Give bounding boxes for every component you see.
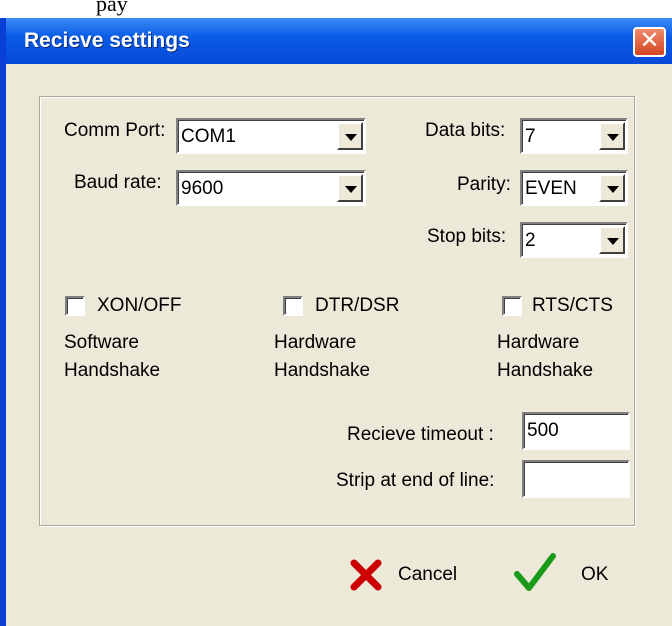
data-bits-label: Data bits: bbox=[425, 120, 506, 141]
dialog-title: Recieve settings bbox=[24, 29, 190, 52]
strip-label: Strip at end of line: bbox=[336, 470, 495, 491]
comm-port-select[interactable]: COM1 bbox=[176, 118, 366, 154]
dtr-dsr-label[interactable]: DTR/DSR bbox=[315, 295, 399, 317]
stop-bits-value: 2 bbox=[525, 230, 536, 251]
cancel-button[interactable]: Cancel bbox=[344, 554, 474, 598]
x-icon bbox=[350, 559, 382, 591]
xon-off-checkbox[interactable] bbox=[65, 296, 85, 316]
strip-input[interactable] bbox=[522, 460, 630, 498]
rts-cts-desc-line1: Hardware bbox=[497, 332, 580, 353]
rts-cts-checkbox[interactable] bbox=[502, 296, 522, 316]
recieve-timeout-label: Recieve timeout : bbox=[347, 424, 494, 445]
recieve-timeout-input[interactable]: 500 bbox=[522, 412, 630, 450]
data-bits-select[interactable]: 7 bbox=[520, 118, 628, 154]
xon-off-desc-line2: Handshake bbox=[64, 360, 161, 381]
data-bits-value: 7 bbox=[525, 126, 536, 147]
recieve-timeout-value: 500 bbox=[527, 420, 559, 441]
baud-rate-label: Baud rate: bbox=[74, 172, 162, 193]
title-bar[interactable]: Recieve settings ✕ bbox=[6, 18, 672, 64]
chevron-down-icon[interactable] bbox=[337, 122, 363, 150]
close-icon: ✕ bbox=[639, 27, 660, 54]
parity-label: Parity: bbox=[457, 174, 511, 195]
baud-rate-value: 9600 bbox=[181, 178, 224, 199]
recieve-settings-dialog: Recieve settings ✕ Comm Port: COM1 Baud … bbox=[0, 18, 672, 626]
xon-off-desc-line1: Software bbox=[64, 332, 139, 353]
stop-bits-label: Stop bits: bbox=[427, 226, 507, 247]
comm-port-label: Comm Port: bbox=[64, 120, 166, 141]
stop-bits-select[interactable]: 2 bbox=[520, 222, 628, 258]
close-button[interactable]: ✕ bbox=[633, 27, 666, 57]
checkmark-icon bbox=[514, 553, 556, 591]
dtr-dsr-desc-line1: Hardware bbox=[274, 332, 357, 353]
chevron-down-icon[interactable] bbox=[599, 226, 625, 254]
dtr-dsr-checkbox[interactable] bbox=[283, 296, 303, 316]
dtr-dsr-desc-line2: Handshake bbox=[274, 360, 371, 381]
chevron-down-icon[interactable] bbox=[599, 174, 625, 202]
baud-rate-select[interactable]: 9600 bbox=[176, 170, 366, 206]
comm-port-value: COM1 bbox=[181, 126, 236, 147]
xon-off-label[interactable]: XON/OFF bbox=[97, 295, 181, 317]
chevron-down-icon[interactable] bbox=[337, 174, 363, 202]
ok-button[interactable]: OK bbox=[511, 548, 631, 592]
parity-select[interactable]: EVEN bbox=[520, 170, 628, 206]
ok-label: OK bbox=[581, 564, 609, 585]
cancel-label: Cancel bbox=[398, 564, 458, 585]
rts-cts-desc-line2: Handshake bbox=[497, 360, 594, 381]
chevron-down-icon[interactable] bbox=[599, 122, 625, 150]
parity-value: EVEN bbox=[525, 178, 577, 199]
background-text-fragment: pay bbox=[96, 0, 128, 16]
rts-cts-label[interactable]: RTS/CTS bbox=[532, 295, 613, 317]
